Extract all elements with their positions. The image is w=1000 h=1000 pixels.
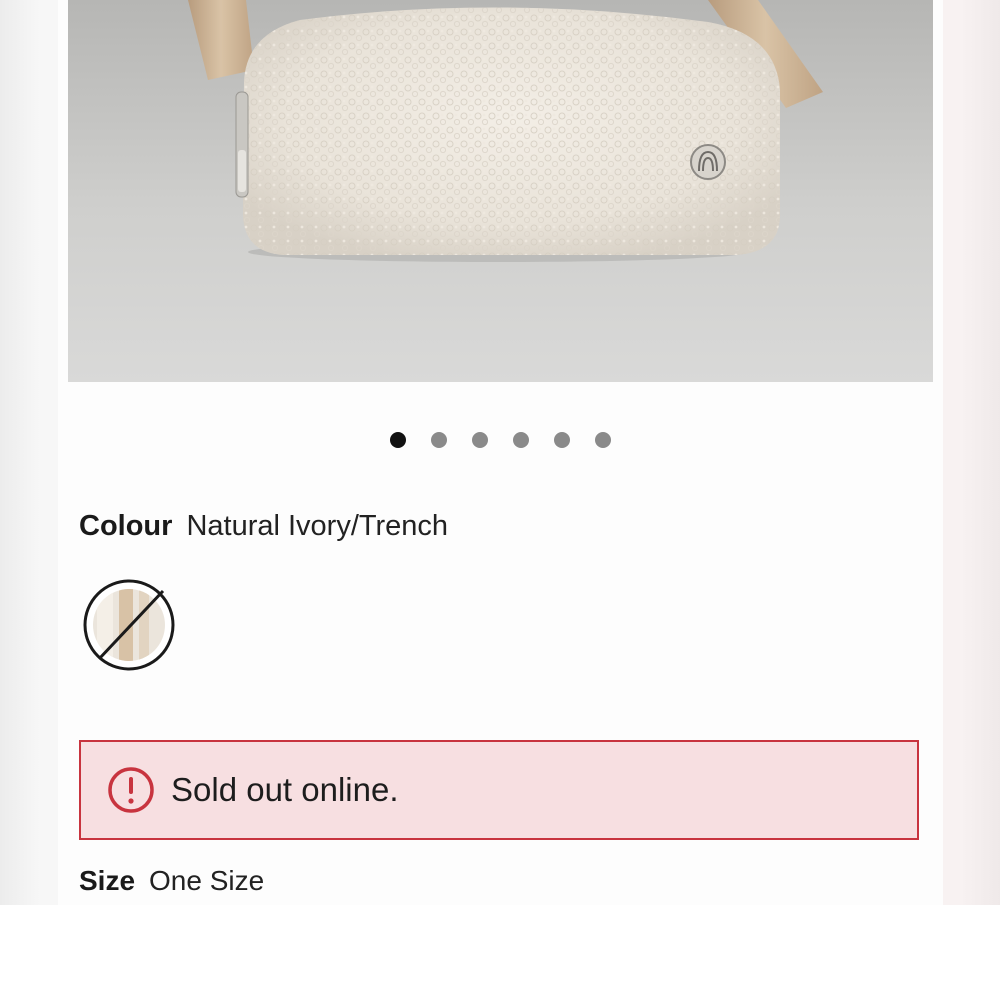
carousel-dot-3[interactable] (472, 432, 488, 448)
carousel-dot-1[interactable] (390, 432, 406, 448)
sold-out-alert: Sold out online. (79, 740, 919, 840)
colour-row: Colour Natural Ivory/Trench (79, 509, 448, 543)
carousel-dot-2[interactable] (431, 432, 447, 448)
size-value: One Size (149, 865, 265, 896)
alert-message: Sold out online. (171, 771, 399, 808)
size-row: Size One Size (79, 864, 264, 898)
exclamation-circle-icon (106, 765, 156, 815)
carousel-dot-4[interactable] (513, 432, 529, 448)
colour-value: Natural Ivory/Trench (186, 510, 449, 542)
colour-swatch[interactable] (83, 579, 175, 671)
bottom-blank-area (0, 905, 1000, 1000)
colour-label: Colour (79, 510, 173, 542)
size-label: Size (79, 865, 136, 896)
product-image[interactable] (68, 0, 933, 382)
carousel-dot-5[interactable] (554, 432, 570, 448)
carousel-dot-6[interactable] (595, 432, 611, 448)
product-card: Colour Natural Ivory/Trench Sold out onl… (58, 0, 943, 905)
carousel-dots (58, 432, 943, 450)
